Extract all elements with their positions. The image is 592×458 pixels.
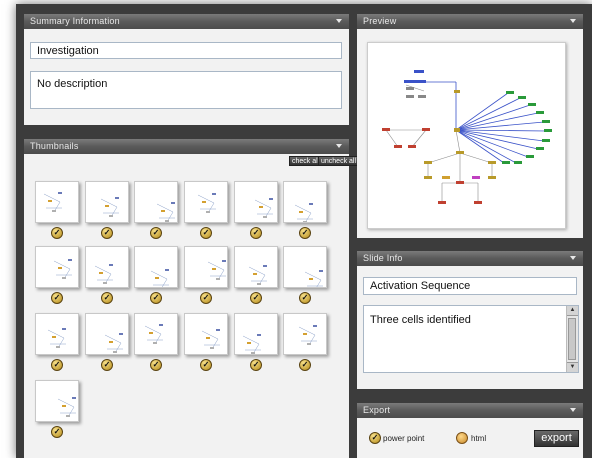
slide-include-checkbox[interactable]: ✓	[150, 359, 162, 371]
thumbnail-image	[197, 193, 216, 214]
thumbnail-image	[53, 259, 72, 280]
thumbnails-title: Thumbnails	[30, 141, 79, 151]
thumbnail-image	[156, 202, 175, 223]
thumbnail-image	[201, 329, 220, 350]
slide-include-checkbox[interactable]: ✓	[250, 359, 262, 371]
slide-thumbnail[interactable]	[283, 313, 327, 355]
slide-thumbnail[interactable]	[234, 313, 278, 355]
export-button[interactable]: export	[534, 430, 579, 447]
preview-panel-header[interactable]: Preview	[357, 14, 583, 29]
slide-thumbnail[interactable]	[283, 181, 327, 224]
thumbnail-image	[298, 325, 317, 346]
thumbnail-image	[47, 328, 66, 349]
collapse-arrow-icon[interactable]	[336, 19, 342, 23]
summary-description-input[interactable]: No description	[30, 71, 342, 109]
thumbnail-image	[248, 265, 267, 286]
thumbnail-image	[294, 203, 313, 224]
thumbnails-panel-header[interactable]: Thumbnails	[24, 139, 349, 154]
slide-include-checkbox[interactable]: ✓	[150, 292, 162, 304]
summary-title: Summary Information	[30, 16, 120, 26]
html-radio[interactable]	[456, 432, 468, 444]
notes-scrollbar[interactable]: ▲ ▼	[566, 306, 578, 372]
power-point-label: power point	[383, 434, 425, 443]
slide-name-input[interactable]	[363, 277, 577, 295]
slide-include-checkbox[interactable]: ✓	[200, 227, 212, 239]
slide-include-checkbox[interactable]: ✓	[250, 292, 262, 304]
scroll-thumb[interactable]	[568, 318, 576, 360]
slide-thumbnail[interactable]	[283, 246, 327, 291]
slide-thumbnail[interactable]	[184, 246, 228, 288]
slide-include-checkbox[interactable]: ✓	[299, 359, 311, 371]
slide-thumbnail[interactable]	[184, 181, 228, 223]
slide-thumbnail[interactable]	[134, 246, 178, 290]
slide-info-panel-header[interactable]: Slide Info	[357, 251, 583, 266]
summary-panel-header[interactable]: Summary Information	[24, 14, 349, 29]
slide-include-checkbox[interactable]: ✓	[101, 359, 113, 371]
thumbnail-image	[94, 264, 113, 285]
slide-thumbnail[interactable]	[35, 181, 79, 223]
slide-thumbnail[interactable]	[35, 313, 79, 355]
scroll-down-icon[interactable]: ▼	[567, 362, 578, 372]
slide-thumbnail[interactable]	[35, 246, 79, 288]
slide-thumbnail[interactable]	[85, 246, 129, 288]
preview-title: Preview	[363, 16, 397, 26]
slide-include-checkbox[interactable]: ✓	[200, 292, 212, 304]
slide-include-checkbox[interactable]: ✓	[101, 227, 113, 239]
slide-thumbnail[interactable]	[35, 380, 79, 422]
slide-thumbnail[interactable]	[234, 181, 278, 223]
summary-name-input[interactable]	[30, 42, 342, 59]
thumbnail-image	[43, 192, 62, 213]
export-panel-header[interactable]: Export	[357, 403, 583, 418]
slide-include-checkbox[interactable]: ✓	[200, 359, 212, 371]
slide-include-checkbox[interactable]: ✓	[250, 227, 262, 239]
thumbnail-image	[242, 334, 261, 355]
thumbnail-image	[57, 397, 76, 418]
slide-notes-text: Three cells identified	[370, 314, 471, 326]
slide-thumbnail[interactable]	[85, 181, 129, 223]
network-diagram-image	[382, 70, 552, 204]
slide-thumbnail[interactable]	[134, 313, 178, 355]
thumbnail-image	[254, 198, 273, 219]
slide-include-checkbox[interactable]: ✓	[299, 292, 311, 304]
collapse-arrow-icon[interactable]	[336, 144, 342, 148]
scroll-up-icon[interactable]: ▲	[567, 306, 578, 316]
slide-include-checkbox[interactable]: ✓	[51, 227, 63, 239]
export-title: Export	[363, 405, 391, 415]
collapse-arrow-icon[interactable]	[570, 19, 576, 23]
slide-include-checkbox[interactable]: ✓	[101, 292, 113, 304]
slide-info-title: Slide Info	[363, 253, 403, 263]
thumbnail-image	[144, 324, 163, 345]
slide-include-checkbox[interactable]: ✓	[51, 426, 63, 438]
thumbnail-image	[100, 197, 119, 218]
thumbnail-image	[104, 333, 123, 354]
slide-include-checkbox[interactable]: ✓	[51, 359, 63, 371]
slide-thumbnail[interactable]	[234, 246, 278, 288]
uncheck-all-button[interactable]: uncheck all	[318, 156, 360, 166]
power-point-checkbox[interactable]: ✓	[369, 432, 381, 444]
thumbnail-image	[207, 260, 226, 281]
thumbnail-image	[150, 269, 169, 290]
html-label: html	[471, 434, 487, 443]
thumbnail-image	[304, 270, 323, 291]
slide-thumbnail[interactable]	[85, 313, 129, 355]
slide-thumbnail[interactable]	[134, 181, 178, 223]
preview-canvas	[367, 42, 566, 229]
collapse-arrow-icon[interactable]	[570, 408, 576, 412]
collapse-arrow-icon[interactable]	[570, 256, 576, 260]
slide-thumbnail[interactable]	[184, 313, 228, 355]
slide-notes-input[interactable]: Three cells identified ▲ ▼	[363, 305, 579, 373]
slide-include-checkbox[interactable]: ✓	[299, 227, 311, 239]
slide-include-checkbox[interactable]: ✓	[51, 292, 63, 304]
slide-include-checkbox[interactable]: ✓	[150, 227, 162, 239]
